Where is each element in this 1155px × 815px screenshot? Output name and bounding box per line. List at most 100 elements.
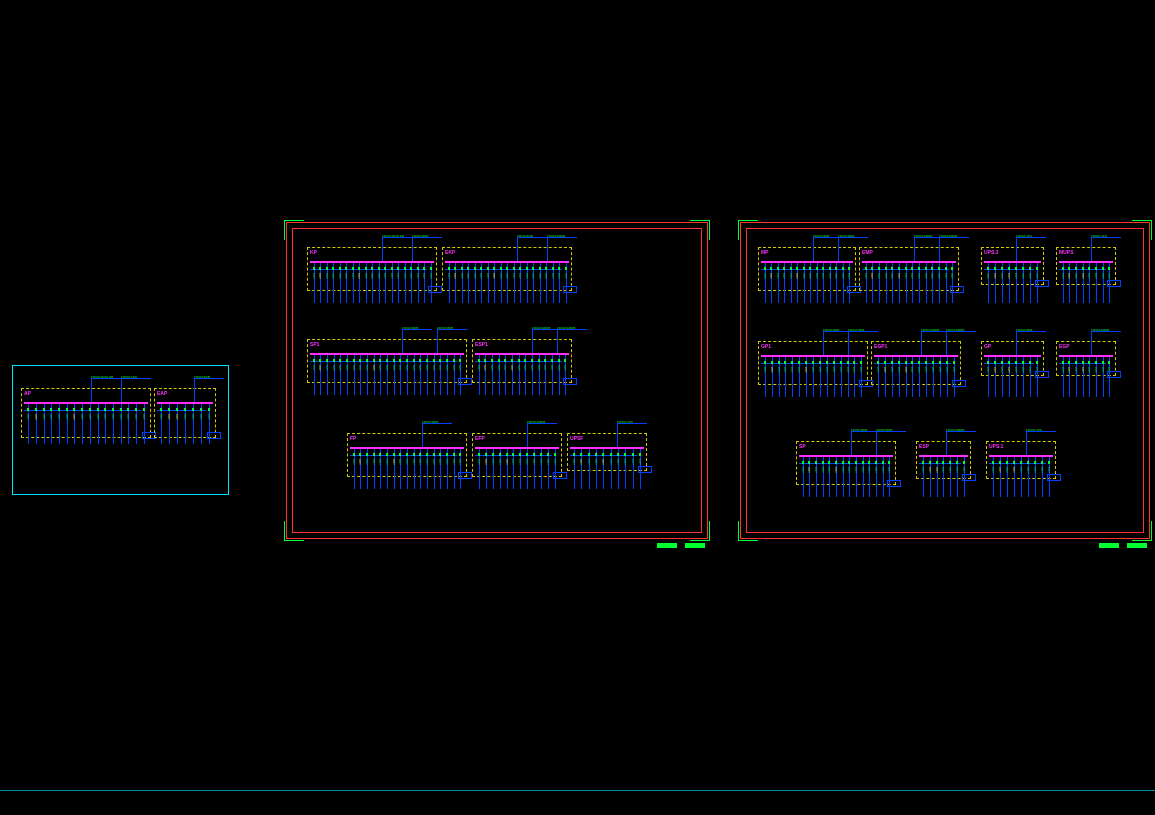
feeder-label: CKT (1021, 367, 1025, 373)
feeder-label: CKT (1014, 367, 1018, 373)
panel-title: EAP (157, 391, 167, 397)
feeder-circuit: CKT (391, 355, 396, 409)
electrical-panel[interactable]: SPFROM MDBFROM MDBCKTCKTCKTCKTCKTCKTCKTC… (796, 441, 896, 511)
electrical-panel[interactable]: UPS.3FROM UPSCKTCKTCKTCKTCKTCKTCKTCKT (981, 247, 1044, 307)
feeder-circuit: CKT (838, 357, 843, 411)
revision-tag (1099, 543, 1119, 548)
feeder-label: CKT (539, 459, 543, 465)
feeder-circuit: CKT (923, 263, 928, 317)
electrical-panel[interactable]: ESP1FROM EMDBFROM EMDBCKTCKTCKTCKTCKTCKT… (472, 339, 572, 409)
feeder-label: CKT (631, 459, 635, 465)
feeder-circuit: CKT (431, 355, 436, 409)
feeder-label: CKT (1005, 467, 1009, 473)
feeder-label: CKT (483, 365, 487, 371)
feeder-label: CKT (546, 459, 550, 465)
feeder-circuit: CKT (351, 449, 356, 503)
feeder-group: CKTCKTCKTCKTCKTCKTCKTCKT (985, 357, 1040, 396)
feeder-circuit: CKT (882, 357, 887, 411)
feeder-label: CKT (345, 365, 349, 371)
feeder-circuit: CKT (840, 457, 845, 511)
electrical-panel[interactable]: APFROM MAIN DBFROM GENCKTCKTCKTCKTCKTCKT… (21, 388, 151, 468)
feeder-label: CKT (935, 467, 939, 473)
feeder-label: CKT (72, 414, 76, 420)
incomer-feed: FROM EMDB (1091, 331, 1141, 345)
feeder-label: CKT (867, 467, 871, 473)
feeder-label: CKT (1000, 273, 1004, 279)
feeder-label: CKT (847, 467, 851, 473)
feeder-label: CKT (405, 365, 409, 371)
feeder-label: CKT (49, 414, 53, 420)
feeder-label: CKT (491, 459, 495, 465)
feeder-label: CKT (962, 467, 966, 473)
feeder-circuit: CKT (834, 263, 839, 317)
feeder-label: CKT (479, 273, 483, 279)
feeder-circuit: CKT (371, 355, 376, 409)
feeder-circuit: CKT (1067, 357, 1072, 396)
feeder-label: CKT (609, 459, 613, 465)
electrical-panel[interactable]: SP1FROM MDBFROM MDBCKTCKTCKTCKTCKTCKTCKT… (307, 339, 467, 409)
feeder-circuit: CKT (985, 263, 991, 307)
feeder-circuit: CKT (524, 263, 529, 317)
feeder-circuit: CKT (824, 357, 829, 411)
electrical-panel[interactable]: EFPFROM EMDBCKTCKTCKTCKTCKTCKTCKTCKTCKTC… (472, 433, 562, 503)
feeder-label: CKT (503, 365, 507, 371)
incomer-feed: FROM EDB (194, 378, 244, 392)
feeder-group: CKTCKTCKTCKTCKTCKTCKTCKTCKTCKTCKTCKT (875, 357, 957, 411)
feeder-circuit: CKT (358, 355, 363, 409)
earth-terminal-icon (962, 474, 976, 481)
electrical-panel[interactable]: MUPSFROM UPSCKTCKTCKTCKTCKTCKTCKTCKT (1056, 247, 1116, 307)
feeder-circuit: CKT (875, 357, 880, 411)
electrical-panel[interactable]: EMPFROM EMDBFROM EMDBCKTCKTCKTCKTCKTCKTC… (859, 247, 959, 317)
feeder-circuit: CKT (762, 357, 767, 411)
drawing-sheet[interactable]: MPFROM MDBFROM MDBCKTCKTCKTCKTCKTCKTCKTC… (740, 222, 1150, 539)
electrical-panel[interactable]: GP1FROM MDBFROM MDBCKTCKTCKTCKTCKTCKTCKT… (758, 341, 868, 411)
feeder-label: CKT (550, 365, 554, 371)
electrical-panel[interactable]: KPFROM MAIN DBFROM MDBCKTCKTCKTCKTCKTCKT… (307, 247, 437, 317)
feeder-circuit: CKT (1004, 457, 1010, 501)
panel-title: EKP (445, 250, 455, 256)
electrical-panel[interactable]: FPFROM MDBCKTCKTCKTCKTCKTCKTCKTCKTCKTCKT… (347, 433, 467, 503)
feeder-circuit: CKT (483, 355, 488, 409)
feeder-label: CKT (1067, 273, 1071, 279)
feeder-circuit: CKT (496, 355, 501, 409)
feeder-circuit: CKT (943, 263, 948, 317)
feeder-label: CKT (811, 367, 815, 373)
feeder-circuit: CKT (910, 357, 915, 411)
incomer-label: FROM MDB (851, 428, 867, 432)
feeder-label: CKT (42, 414, 46, 420)
feeder-label: CKT (818, 367, 822, 373)
feeder-group: CKTCKTCKTCKTCKTCKTCKTCKT (1060, 263, 1112, 307)
feeder-label: CKT (854, 467, 858, 473)
feeder-circuit: CKT (411, 449, 416, 503)
electrical-panel[interactable]: MPFROM MDBFROM MDBCKTCKTCKTCKTCKTCKTCKTC… (758, 247, 856, 317)
electrical-panel[interactable]: UPSFFROM UPSCKTCKTCKTCKTCKTCKTCKTCKTCKTC… (567, 433, 647, 493)
feeder-label: CKT (955, 467, 959, 473)
drawing-sheet[interactable]: KPFROM MAIN DBFROM MDBCKTCKTCKTCKTCKTCKT… (286, 222, 708, 539)
feeder-circuit: CKT (941, 457, 946, 501)
earth-terminal-icon (1035, 371, 1049, 378)
drawing-sheet[interactable]: APFROM MAIN DBFROM GENCKTCKTCKTCKTCKTCKT… (12, 365, 229, 495)
feeder-group: CKTCKTCKTCKTCKTCKTCKTCKTCKTCKT (571, 449, 643, 493)
feeder-circuit: CKT (847, 457, 852, 511)
electrical-panel[interactable]: EAPFROM EDBCKTCKTCKTCKTCKTCKTCKT (154, 388, 216, 468)
feeder-label: CKT (950, 273, 954, 279)
feeder-label: CKT (795, 273, 799, 279)
feeder-circuit: CKT (384, 449, 389, 503)
feeder-label: CKT (372, 459, 376, 465)
earth-terminal-icon (950, 286, 964, 293)
electrical-panel[interactable]: GPFROM MDBCKTCKTCKTCKTCKTCKTCKTCKT (981, 341, 1044, 396)
panel-title: EMP (862, 250, 873, 256)
electrical-panel[interactable]: EGPFROM EMDBCKTCKTCKTCKTCKTCKTCKTCKT (1056, 341, 1116, 396)
feeder-label: CKT (941, 467, 945, 473)
electrical-panel[interactable]: EKPFROM EDBFROM EMDBCKTCKTCKTCKTCKTCKTCK… (442, 247, 572, 317)
electrical-panel[interactable]: UPS.1FROM UPSCKTCKTCKTCKTCKTCKTCKTCKTCKT (986, 441, 1056, 501)
feeder-circuit: CKT (1032, 457, 1038, 501)
incomer-label: FROM EDB (517, 234, 533, 238)
electrical-panel[interactable]: ESPFROM EMDBCKTCKTCKTCKTCKTCKTCKT (916, 441, 971, 501)
feeder-label: CKT (797, 367, 801, 373)
feeder-group: CKTCKTCKTCKTCKTCKTCKTCKTCKTCKTCKTCKT (476, 449, 558, 503)
feeder-circuit: CKT (788, 263, 793, 317)
electrical-panel[interactable]: EGP1FROM EMDBFROM EMDBCKTCKTCKTCKTCKTCKT… (871, 341, 961, 411)
feeder-group: CKTCKTCKTCKTCKTCKTCKTCKT (985, 263, 1040, 307)
feeder-circuit: CKT (999, 263, 1005, 307)
